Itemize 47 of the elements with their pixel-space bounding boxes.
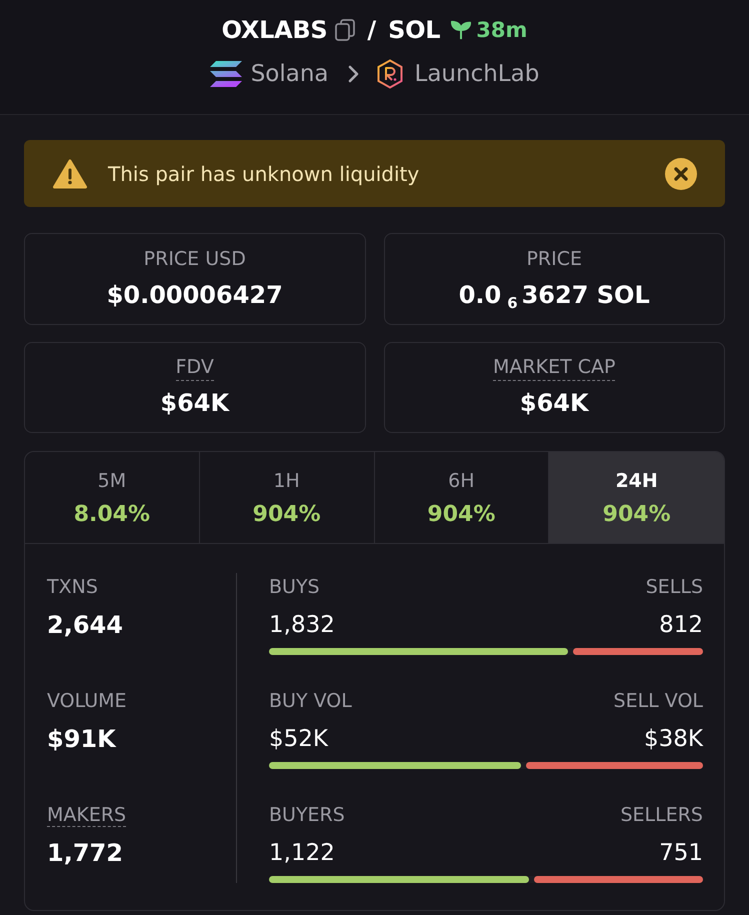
pair-separator: / xyxy=(367,15,376,46)
buy-value: 1,832 xyxy=(269,611,335,640)
metric-label: TXNS xyxy=(47,576,98,598)
price-change: 904% xyxy=(602,501,671,529)
sell-label: SELLS xyxy=(646,575,703,600)
copy-icon[interactable] xyxy=(335,19,356,41)
timeframe-tab[interactable]: 5M 8.04% xyxy=(25,452,200,543)
buy-value: $52K xyxy=(269,725,328,754)
stat-label: FDV xyxy=(176,354,214,381)
stat-value: $0.00006427 xyxy=(106,280,283,311)
price-change: 904% xyxy=(252,501,321,529)
price-change: 904% xyxy=(427,501,496,529)
metric-label: MAKERS xyxy=(47,804,126,827)
dex-link[interactable]: LaunchLab xyxy=(414,56,540,92)
sell-value: $38K xyxy=(644,725,703,754)
buy-label: BUYS xyxy=(269,575,320,600)
sell-value: 751 xyxy=(659,839,703,868)
hexagon-logo-icon xyxy=(376,59,403,89)
stat-value: 0.0$_{6}$3627 SOL xyxy=(458,280,650,313)
stat-value: $64K xyxy=(520,388,589,419)
pair-age: 38m xyxy=(476,17,528,44)
timeframe-tab[interactable]: 24H 904% xyxy=(549,452,724,543)
sprout-icon xyxy=(451,20,472,40)
chain-link[interactable]: Solana xyxy=(250,56,329,92)
token-symbol: OXLABS xyxy=(222,15,328,46)
stat-label: PRICE xyxy=(526,247,582,272)
price-change: 8.04% xyxy=(74,501,150,529)
close-icon[interactable] xyxy=(665,158,697,190)
stat-label: MARKET CAP xyxy=(493,354,616,381)
sell-value: 812 xyxy=(659,611,703,640)
timeframe-tab[interactable]: 1H 904% xyxy=(200,452,374,543)
sell-label: SELL VOL xyxy=(614,689,703,714)
warning-icon xyxy=(53,158,87,188)
warning-text: This pair has unknown liquidity xyxy=(108,162,420,186)
quote-symbol: SOL xyxy=(388,15,440,46)
metric-value: 1,772 xyxy=(47,838,123,869)
chevron-right-icon xyxy=(348,65,360,83)
buy-value: 1,122 xyxy=(269,839,335,868)
stat-value: $64K xyxy=(160,388,230,419)
buy-label: BUY VOL xyxy=(269,689,352,714)
chain-logo-icon xyxy=(210,61,242,87)
buy-label: BUYERS xyxy=(269,803,345,828)
sell-label: SELLERS xyxy=(620,803,703,828)
metric-value: $91K xyxy=(47,724,116,755)
metric-value: 2,644 xyxy=(47,610,123,641)
stat-label: PRICE USD xyxy=(144,247,246,272)
metric-label: VOLUME xyxy=(47,690,127,712)
